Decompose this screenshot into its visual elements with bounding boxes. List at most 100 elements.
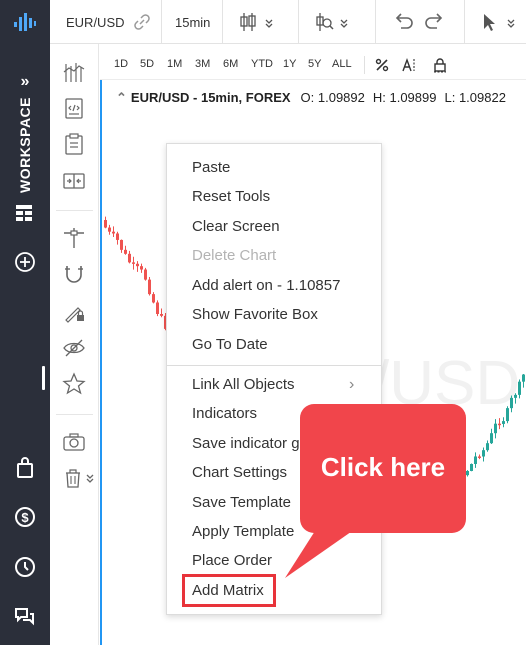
candle-body <box>104 220 107 228</box>
menu-item-save-template[interactable]: Save Template <box>192 494 291 511</box>
candle <box>156 300 159 317</box>
candle-body <box>136 263 139 267</box>
menu-item-clear-screen[interactable]: Clear Screen <box>192 218 280 235</box>
candle-body <box>522 374 525 382</box>
candle-body <box>518 381 521 395</box>
menu-divider <box>167 365 381 366</box>
candle <box>486 440 489 452</box>
candle <box>124 245 127 255</box>
link-icon[interactable] <box>134 14 150 30</box>
period-5d[interactable]: 5D <box>140 58 154 70</box>
tools-divider <box>56 414 93 415</box>
candle <box>132 256 135 270</box>
candle <box>120 239 123 253</box>
lock-scale-icon[interactable] <box>432 57 448 73</box>
period-bar: 1D 5D 1M 3M 6M YTD 1Y 5Y ALL <box>100 50 526 80</box>
cursor-select-icon[interactable] <box>480 11 520 33</box>
period-ytd[interactable]: YTD <box>251 58 273 70</box>
compare-split-icon[interactable] <box>62 169 86 193</box>
menu-item-paste[interactable]: Paste <box>192 159 230 176</box>
period-5y[interactable]: 5Y <box>308 58 321 70</box>
candle-body <box>486 443 489 451</box>
candle-body <box>128 253 131 263</box>
menu-item-reset-tools[interactable]: Reset Tools <box>192 188 270 205</box>
chat-icon[interactable] <box>13 605 37 629</box>
symbol-selector[interactable]: EUR/USD <box>66 15 125 30</box>
period-6m[interactable]: 6M <box>223 58 238 70</box>
candle-body <box>116 233 119 240</box>
candle-body <box>470 463 473 471</box>
candle-body <box>144 269 147 280</box>
candle-type-icon[interactable] <box>239 11 279 33</box>
favorite-star-icon[interactable] <box>62 372 86 396</box>
toolbar-divider <box>222 0 223 44</box>
candle <box>470 463 473 472</box>
dollar-cycle-icon[interactable]: $ <box>13 505 37 529</box>
candle <box>140 263 143 273</box>
candle-body <box>494 423 497 434</box>
add-workspace-icon[interactable] <box>14 251 36 273</box>
candle-body <box>514 394 517 398</box>
period-3m[interactable]: 3M <box>195 58 210 70</box>
candle <box>510 395 513 413</box>
submenu-chevron-right-icon: › <box>349 376 355 393</box>
period-1y[interactable]: 1Y <box>283 58 296 70</box>
app-logo-icon[interactable] <box>0 0 50 44</box>
candle-body <box>498 423 501 426</box>
candle-body <box>510 397 513 409</box>
menu-item-indicators[interactable]: Indicators <box>192 405 257 422</box>
menu-item-chart-settings[interactable]: Chart Settings <box>192 464 287 481</box>
chart-context-menu: Paste Reset Tools Clear Screen Delete Ch… <box>166 143 382 615</box>
top-toolbar: EUR/USD 15min <box>50 0 526 44</box>
collapse-legend-icon[interactable]: ⌃ <box>116 90 127 105</box>
hide-drawings-icon[interactable] <box>62 336 86 360</box>
menu-item-add-alert[interactable]: Add alert on - 1.10857 <box>192 277 340 294</box>
candle <box>148 276 151 296</box>
period-all[interactable]: ALL <box>332 58 352 70</box>
candle <box>104 216 107 229</box>
legend-low: L: 1.09822 <box>444 90 506 105</box>
menu-item-delete-chart: Delete Chart <box>192 247 277 264</box>
delete-drawings-icon[interactable] <box>62 466 102 490</box>
clipboard-icon[interactable] <box>62 132 86 156</box>
candle <box>518 379 521 399</box>
workspace-label[interactable]: WORKSPACE <box>17 97 33 193</box>
menu-item-apply-template[interactable]: Apply Template <box>192 523 294 540</box>
candle-body <box>112 231 115 234</box>
candle-body <box>156 302 159 314</box>
menu-item-go-to-date[interactable]: Go To Date <box>192 336 268 353</box>
crosshair-line-tool-icon[interactable] <box>62 226 86 250</box>
indicators-search-icon[interactable] <box>314 11 354 33</box>
toolbar-divider <box>464 0 465 44</box>
menu-item-link-all-objects[interactable]: Link All Objects <box>192 376 295 393</box>
percent-scale-icon[interactable] <box>375 58 389 72</box>
undo-icon[interactable] <box>393 11 415 33</box>
redo-icon[interactable] <box>423 11 445 33</box>
candle <box>152 292 155 304</box>
drawing-tools-panel <box>50 44 99 645</box>
camera-snapshot-icon[interactable] <box>62 430 86 454</box>
timeframe-selector[interactable]: 15min <box>175 15 210 30</box>
candle <box>112 226 115 238</box>
candle-body <box>160 313 163 316</box>
period-1d[interactable]: 1D <box>114 58 128 70</box>
candle <box>136 261 139 272</box>
candle <box>160 308 163 318</box>
period-1m[interactable]: 1M <box>167 58 182 70</box>
layout-grid-icon[interactable] <box>16 205 32 221</box>
magnet-icon[interactable] <box>62 262 86 286</box>
toolbar-divider <box>161 0 162 44</box>
clock-history-icon[interactable] <box>13 555 37 579</box>
candle-body <box>120 239 123 250</box>
script-editor-icon[interactable] <box>62 96 86 120</box>
callout-text: Click here <box>320 452 446 482</box>
expand-workspace-icon[interactable]: » <box>0 73 50 91</box>
menu-item-place-order[interactable]: Place Order <box>192 552 272 569</box>
candle <box>144 267 147 281</box>
auto-scale-icon[interactable] <box>402 57 418 73</box>
menu-item-show-favorite-box[interactable]: Show Favorite Box <box>192 306 318 323</box>
shopping-bag-icon[interactable] <box>13 456 37 480</box>
menu-item-save-indicator[interactable]: Save indicator g <box>192 435 300 452</box>
chart-studies-icon[interactable] <box>62 60 86 84</box>
lock-drawing-icon[interactable] <box>62 300 86 324</box>
